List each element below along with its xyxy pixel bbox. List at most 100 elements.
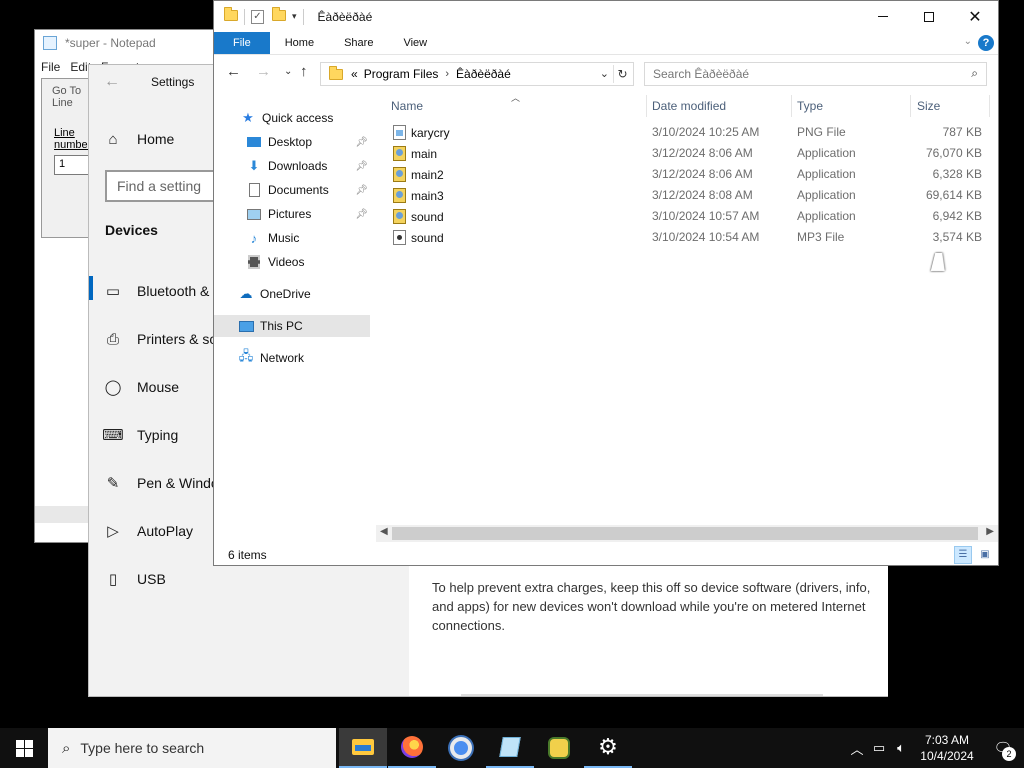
pin-icon[interactable]: 📌︎	[355, 209, 368, 220]
properties-icon[interactable]: ✓	[251, 9, 264, 24]
new-folder-icon[interactable]	[272, 6, 286, 24]
pin-icon[interactable]: 📌︎	[355, 161, 368, 172]
scroll-right-icon[interactable]: ▶	[986, 526, 994, 537]
application-icon	[393, 167, 406, 182]
taskbar-file-explorer[interactable]	[339, 728, 387, 768]
settings-nav-typing[interactable]: ⌨ Typing	[89, 415, 219, 455]
start-button[interactable]	[0, 728, 48, 768]
scroll-left-icon[interactable]: ◀	[380, 526, 388, 537]
autoplay-icon: ▷	[107, 523, 119, 540]
settings-nav-printers[interactable]: ⎙ Printers & scanners	[89, 319, 219, 359]
help-icon[interactable]: ?	[978, 35, 994, 51]
nav-music[interactable]: ♪ Music	[246, 227, 300, 249]
address-dropdown-icon[interactable]: ⌄	[600, 67, 609, 80]
nav-videos[interactable]: Videos	[246, 251, 304, 273]
taskbar-search[interactable]: ⌕ Type here to search	[48, 728, 336, 768]
search-icon: ⌕	[62, 739, 71, 757]
forward-arrow-icon[interactable]: →	[256, 63, 271, 80]
column-header-size[interactable]: Size	[917, 95, 940, 117]
column-divider[interactable]	[910, 95, 911, 117]
settings-nav-autoplay[interactable]: ▷ AutoPlay	[89, 511, 219, 551]
file-name-cell: sound	[393, 209, 444, 224]
file-date: 3/10/2024 10:54 AM	[652, 230, 760, 244]
back-arrow-icon[interactable]: ←	[89, 73, 135, 91]
customize-toolbar-icon[interactable]: ▾	[292, 11, 297, 22]
nav-network[interactable]: 🖧︎ Network	[238, 347, 304, 369]
settings-search-input[interactable]: Find a setting	[105, 170, 225, 202]
column-divider[interactable]	[646, 95, 647, 117]
nav-quick-access[interactable]: ★ Quick access	[240, 107, 333, 129]
details-view-icon[interactable]: ☰	[954, 546, 972, 564]
recent-locations-icon[interactable]: ⌄	[284, 66, 292, 77]
search-input[interactable]: Search Êàðèëðàé ⌕	[644, 62, 987, 86]
up-arrow-icon[interactable]: ↑	[300, 63, 308, 80]
minimize-button[interactable]	[860, 1, 906, 32]
column-header-type[interactable]: Type	[797, 95, 823, 117]
maximize-button[interactable]	[906, 1, 952, 32]
table-row[interactable]: main 3/12/2024 8:06 AM Application 76,07…	[379, 143, 999, 164]
divider	[244, 8, 245, 25]
file-type: Application	[797, 188, 856, 202]
notepad-menu-file[interactable]: File	[41, 60, 60, 74]
breadcrumb-current[interactable]: Êàðèëðàé	[456, 67, 511, 81]
taskbar-settings[interactable]: ⚙	[584, 728, 632, 768]
table-row[interactable]: karycry 3/10/2024 10:25 AM PNG File 787 …	[379, 122, 999, 143]
nav-desktop[interactable]: Desktop 📌︎	[246, 131, 370, 153]
taskbar-firefox[interactable]	[388, 728, 436, 768]
column-header-name[interactable]: Name	[391, 95, 423, 117]
scrollbar-thumb[interactable]	[392, 527, 978, 540]
column-header-date[interactable]: Date modified	[652, 95, 726, 117]
clock[interactable]: 7:03 AM 10/4/2024	[912, 732, 982, 764]
tab-home[interactable]: Home	[270, 32, 329, 54]
tab-view[interactable]: View	[388, 32, 442, 54]
table-row[interactable]: sound 3/10/2024 10:57 AM Application 6,9…	[379, 206, 999, 227]
settings-section-title: Devices	[105, 222, 158, 238]
expand-ribbon-icon[interactable]: ⌄	[964, 36, 972, 47]
taskbar-notepad[interactable]	[486, 728, 534, 768]
table-row[interactable]: main2 3/12/2024 8:06 AM Application 6,32…	[379, 164, 999, 185]
breadcrumb-separator-icon[interactable]: ›	[445, 68, 449, 80]
file-size: 6,328 KB	[932, 167, 982, 181]
pin-icon[interactable]: 📌︎	[355, 137, 368, 148]
chevron-up-icon[interactable]: ︿	[846, 739, 868, 758]
table-row[interactable]: main3 3/12/2024 8:08 AM Application 69,6…	[379, 185, 999, 206]
column-divider[interactable]	[791, 95, 792, 117]
volume-muted-icon[interactable]: 🔈︎	[890, 740, 912, 756]
maximize-icon	[924, 11, 934, 22]
horizontal-scrollbar[interactable]: ◀ ▶	[376, 525, 998, 542]
notepad-titlebar[interactable]: *super - Notepad	[35, 30, 233, 56]
file-name: main2	[411, 167, 444, 182]
column-divider[interactable]	[989, 95, 990, 117]
tab-share[interactable]: Share	[329, 32, 388, 54]
taskbar-chrome[interactable]	[437, 728, 485, 768]
back-arrow-icon[interactable]: ←	[226, 63, 241, 80]
image-file-icon	[393, 125, 406, 140]
close-button[interactable]: ✕	[952, 1, 998, 32]
nav-downloads[interactable]: ⬇ Downloads 📌︎	[246, 155, 370, 177]
nav-this-pc[interactable]: This PC	[214, 315, 370, 337]
notepad-icon	[499, 737, 521, 757]
settings-nav-pen[interactable]: ✎ Pen & Windows Ink	[89, 463, 219, 503]
settings-nav-label: USB	[137, 571, 166, 587]
breadcrumb-overflow[interactable]: «	[351, 67, 358, 81]
nav-pictures[interactable]: Pictures 📌︎	[246, 203, 370, 225]
tab-file[interactable]: File	[214, 32, 270, 54]
settings-nav-usb[interactable]: ▯ USB	[89, 559, 219, 599]
notification-center-button[interactable]: 🗨︎ 2	[982, 739, 1024, 761]
taskbar-python[interactable]	[535, 728, 583, 768]
table-row[interactable]: sound 3/10/2024 10:54 AM MP3 File 3,574 …	[379, 227, 999, 248]
file-explorer-window[interactable]: ✓ ▾ Êàðèëðàé ✕ File Home Share View ⌄ ? …	[213, 0, 999, 566]
explorer-titlebar[interactable]: ✓ ▾ Êàðèëðàé ✕	[214, 1, 998, 32]
settings-nav-label: Bluetooth & other devices	[137, 283, 217, 299]
nav-onedrive[interactable]: ☁ OneDrive	[238, 283, 311, 305]
address-bar[interactable]: « Program Files › Êàðèëðàé ⌄ ↻	[320, 62, 634, 86]
settings-nav-mouse[interactable]: ◯ Mouse	[89, 367, 219, 407]
settings-home[interactable]: ⌂ Home	[89, 119, 219, 159]
nav-documents[interactable]: Documents 📌︎	[246, 179, 370, 201]
breadcrumb-program-files[interactable]: Program Files	[364, 67, 439, 81]
refresh-icon[interactable]: ↻	[613, 65, 631, 83]
settings-nav-bluetooth[interactable]: ▭ Bluetooth & other devices	[89, 271, 219, 311]
pin-icon[interactable]: 📌︎	[355, 185, 368, 196]
network-status-icon[interactable]: ▭	[868, 740, 890, 756]
large-icons-view-icon[interactable]: ▣	[976, 546, 994, 564]
